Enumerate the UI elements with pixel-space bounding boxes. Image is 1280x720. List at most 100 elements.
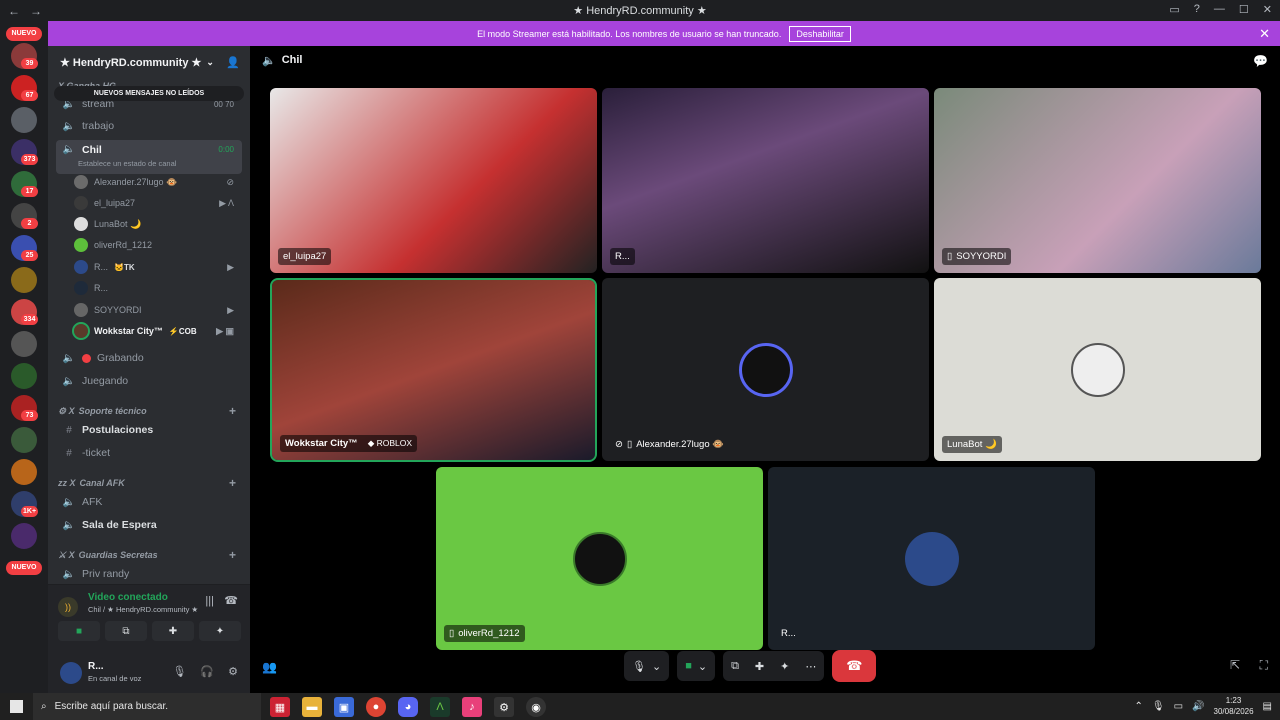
disconnect-icon[interactable]: ☎ [224,594,238,607]
volume-icon[interactable]: 🔊 [1192,701,1204,712]
voice-user[interactable]: R... 🐱TK ▶ [74,257,242,277]
channel-afk[interactable]: 🔈 AFK [56,492,242,512]
server-icon[interactable] [11,523,37,549]
server-icon[interactable] [11,107,37,133]
video-tile[interactable]: ▯ SOYYORDI [934,88,1261,273]
channel-ticket[interactable]: # -ticket [56,443,242,463]
channel-grabando[interactable]: 🔈 Grabando [56,348,242,368]
back-arrow-icon[interactable]: ← [8,4,20,18]
taskbar-app-icon[interactable]: ▦ [270,697,290,717]
notification-icon[interactable]: ▤ [1263,701,1272,712]
new-pill[interactable]: NUEVO [6,27,42,41]
voice-channel-path[interactable]: Chil / ★ HendryRD.community ★ [88,605,198,614]
soundboard-icon[interactable]: ✦ [780,660,789,673]
channel-juegando[interactable]: 🔈 Juegando [56,371,242,391]
taskbar-search[interactable]: ⌕ Escribe aquí para buscar. [33,693,261,720]
camera-control[interactable]: ■ ⌄ [677,651,716,681]
more-icon[interactable]: ⋯ [805,660,816,673]
close-window-icon[interactable]: ✕ [1263,3,1272,16]
network-icon[interactable]: ▭ [1174,701,1183,712]
channel-chil[interactable]: 🔈 Chil 0:00 Establece un estado de canal [56,140,242,174]
activities-icon[interactable]: ✚ [755,660,764,673]
unread-messages-pill[interactable]: NUEVOS MENSAJES NO LEÍDOS [54,86,244,101]
maximize-icon[interactable]: ☐ [1239,3,1249,16]
video-tile[interactable]: Wokkstar City™ ◆ ROBLOX [270,278,597,462]
activities-button[interactable]: ✚ [152,621,194,641]
clock[interactable]: 1:23 30/08/2026 [1214,695,1254,717]
pop-out-icon[interactable]: ⇱ [1230,658,1240,672]
voice-user[interactable]: oliverRd_1212 [74,235,242,255]
channel-sala-espera[interactable]: 🔈 Sala de Espera [56,515,242,535]
mention-badge: 2 [21,218,38,229]
avatar[interactable] [60,662,82,684]
new-pill[interactable]: NUEVO [6,561,42,575]
channel-trabajo[interactable]: 🔈 trabajo [56,116,242,136]
add-channel-icon[interactable]: + [229,404,236,418]
gear-icon[interactable]: ⚙ [228,665,238,678]
banner-close-icon[interactable]: ✕ [1259,26,1270,42]
voice-user[interactable]: Alexander.27lugo 🐵 ⊘ [74,172,242,192]
chevron-up-icon[interactable]: ⌃ [1135,701,1143,712]
add-channel-icon[interactable]: + [229,548,236,562]
server-icon[interactable] [11,459,37,485]
signal-icon[interactable]: )) [58,597,78,617]
tile-name-tag: R... [781,628,796,639]
camera-button[interactable]: ■ [58,621,100,641]
chrome-icon[interactable]: ● [366,697,386,717]
phone-icon: ▯ [947,251,953,262]
avatar-tile[interactable]: R... [768,467,1095,650]
screen-share-icon[interactable]: ⧉ [731,660,739,673]
set-channel-status[interactable]: Establece un estado de canal [78,159,176,168]
channel-postulaciones[interactable]: # Postulaciones [56,420,242,440]
chevron-down-icon[interactable]: ⌄ [698,660,707,673]
category-guardias[interactable]: ⚔ X Guardias Secretas + [58,547,244,563]
voice-user[interactable]: el_luipa27 ▶ Λ [74,193,242,213]
avatar-tile[interactable]: LunaBot 🌙 [934,278,1261,461]
mic-icon[interactable]: 🎙 [1152,701,1165,712]
invite-icon[interactable]: 👥 [262,660,277,674]
avatar-tile[interactable]: ▯ oliverRd_1212 [436,467,763,650]
file-explorer-icon[interactable]: ▬ [302,697,322,717]
soundboard-button[interactable]: ✦ [199,621,241,641]
add-member-icon[interactable]: 👤 [226,56,240,69]
guild-header[interactable]: ★ HendryRD.community ★ ⌄ 👤 [48,46,250,78]
voice-user[interactable]: Wokkstar City™ ⚡COB ▶ ▣ [72,321,242,341]
add-channel-icon[interactable]: + [229,476,236,490]
forward-arrow-icon[interactable]: → [30,4,42,18]
category-soporte[interactable]: ⚙ X Soporte técnico + [58,403,244,419]
store-icon[interactable]: ▣ [334,697,354,717]
server-icon[interactable] [11,331,37,357]
taskbar-app-icon[interactable]: Λ [430,697,450,717]
help-icon[interactable]: ? [1194,3,1200,16]
server-icon[interactable] [11,267,37,293]
chevron-down-icon[interactable]: ⌄ [652,660,661,673]
fullscreen-icon[interactable]: ⛶ [1260,658,1268,673]
inbox-icon[interactable]: ▭ [1169,3,1179,16]
noise-suppression-icon[interactable]: ||| [205,595,214,607]
avatar [904,531,959,586]
voice-user[interactable]: SOYYORDI ▶ [74,300,242,320]
minimize-icon[interactable]: — [1214,3,1225,16]
disable-streamer-button[interactable]: Deshabilitar [789,25,851,42]
video-tile[interactable]: el_luipa27 [270,88,597,273]
discord-icon[interactable]: ◕ [398,697,418,717]
obs-icon[interactable]: ◉ [526,697,546,717]
mic-control[interactable]: 🎙 ⌄ [624,651,670,681]
category-afk[interactable]: zz X Canal AFK + [58,475,244,491]
share-screen-button[interactable]: ⧉ [105,621,147,641]
windows-start-icon[interactable] [10,700,23,713]
leave-call-button[interactable]: ☎ [832,650,877,682]
settings-icon[interactable]: ⚙ [494,697,514,717]
tiktok-icon[interactable]: ♪ [462,697,482,717]
voice-user[interactable]: R... [74,278,242,298]
server-icon[interactable] [11,427,37,453]
mic-icon[interactable]: 🎙 [172,665,186,678]
mention-badge: 17 [21,186,38,197]
avatar-tile[interactable]: ⊘ ▯ Alexander.27lugo 🐵 [602,278,929,461]
chat-bubble-icon[interactable]: 💬 [1253,54,1268,68]
channel-priv-randy[interactable]: 🔈 Priv randy [56,564,242,584]
voice-user[interactable]: LunaBot 🌙 [74,214,242,234]
video-tile[interactable]: R... [602,88,929,273]
server-icon[interactable] [11,363,37,389]
headphones-icon[interactable]: 🎧 [200,665,214,678]
